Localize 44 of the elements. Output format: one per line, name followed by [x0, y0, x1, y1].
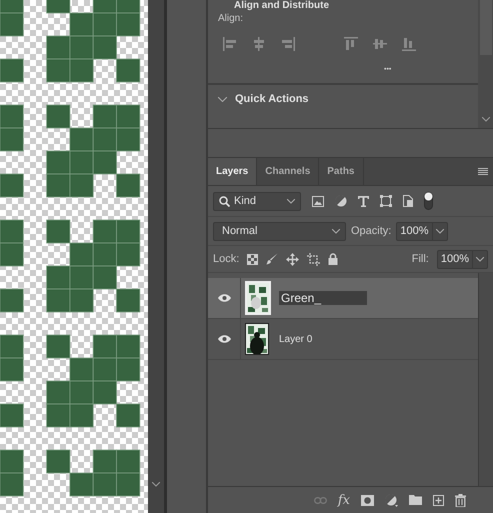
search-icon — [219, 196, 230, 206]
layer-row[interactable]: Layer 0 — [208, 319, 478, 360]
menu-icon[interactable] — [478, 168, 488, 175]
chevron-down-icon[interactable] — [218, 96, 227, 102]
move-icon[interactable] — [286, 252, 300, 266]
section-title[interactable]: Align and Distribute — [234, 0, 478, 11]
mask-icon[interactable] — [361, 494, 374, 506]
opacity-field[interactable]: 100% — [396, 222, 448, 240]
chevron-down-icon — [332, 228, 340, 234]
align-label: Align: — [218, 13, 244, 24]
trash-icon[interactable] — [455, 494, 466, 506]
layer-name-field[interactable]: Green_ — [279, 291, 367, 305]
lock-label: Lock: — [213, 253, 240, 265]
padlock-icon[interactable] — [328, 253, 338, 265]
panel-tab[interactable]: Layers — [208, 158, 258, 185]
scrollbar-track[interactable] — [479, 273, 493, 486]
type-icon[interactable] — [358, 196, 369, 206]
half-circle-icon[interactable] — [335, 195, 347, 207]
crop-icon[interactable] — [307, 252, 320, 266]
filter-dropdown[interactable]: Kind — [213, 192, 301, 210]
brush-icon[interactable] — [266, 253, 278, 265]
eye-icon[interactable] — [218, 335, 230, 343]
scroll-down-icon[interactable] — [152, 482, 160, 487]
toggle-switch[interactable] — [424, 192, 433, 210]
layer-row[interactable]: Green_ — [208, 278, 478, 319]
image-icon[interactable] — [312, 196, 324, 206]
chevron-down-icon — [436, 228, 444, 234]
document-icon[interactable] — [403, 195, 413, 207]
section-title[interactable]: Quick Actions — [235, 93, 309, 105]
fill-field[interactable]: 100% — [436, 250, 488, 268]
fill-label: Fill: — [412, 253, 429, 265]
chevron-down-icon — [287, 198, 295, 204]
scroll-down-icon[interactable] — [482, 117, 490, 122]
opacity-label: Opacity: — [351, 225, 392, 237]
checkerboard-icon[interactable] — [247, 254, 258, 264]
transform-icon[interactable] — [380, 195, 392, 207]
layer-name[interactable]: Layer 0 — [279, 334, 312, 344]
add-layer-icon[interactable] — [433, 494, 444, 506]
folder-icon[interactable] — [409, 495, 422, 505]
half-circle-icon[interactable] — [385, 494, 398, 506]
chevron-down-icon — [476, 256, 484, 262]
effects-button[interactable]: fx — [338, 492, 350, 508]
eye-icon[interactable] — [218, 294, 230, 302]
blend-mode-dropdown[interactable]: Normal — [213, 222, 346, 240]
